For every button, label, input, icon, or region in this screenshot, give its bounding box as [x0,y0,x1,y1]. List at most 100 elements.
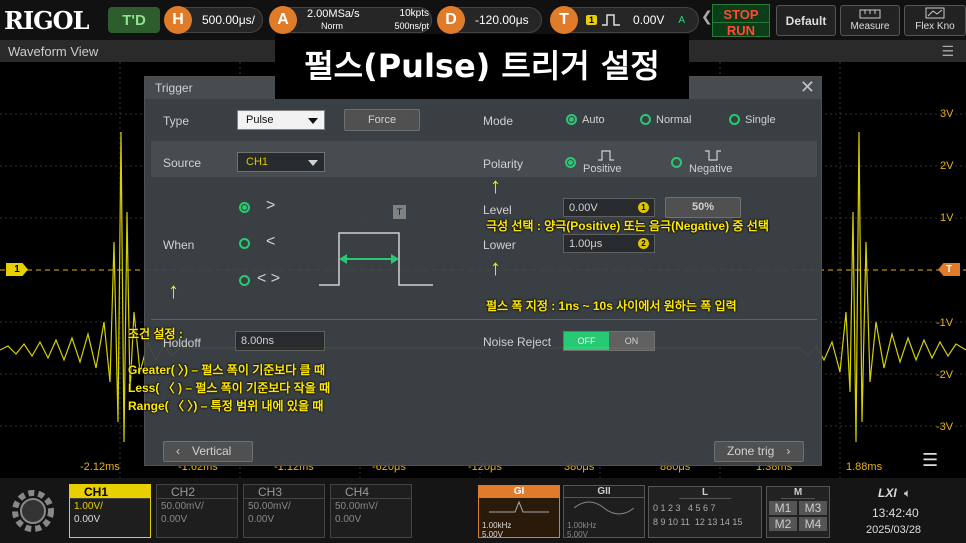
divider [151,319,817,320]
gi-freq: 1.00kHz [482,521,512,530]
math-box[interactable]: M M1 M3 M2 M4 [766,486,830,538]
acq-mode: Norm [321,21,343,31]
chevron-down-icon [308,160,318,166]
zone-trig-button[interactable]: Zone trig › [714,441,804,462]
holdoff-value: 8.00ns [241,335,275,347]
math-m3[interactable]: M3 [799,501,827,515]
ch2-label: CH2 [157,485,237,499]
noise-reject-toggle[interactable]: OFF ON [563,331,655,351]
lower-knob-badge: 2 [638,238,649,249]
generator-gi-box[interactable]: GI 1.00kHz 5.00V [478,485,560,539]
ch1-channel-box[interactable]: CH1 1.00V/ 0.00V [69,484,151,538]
time-label: -2.12ms [80,461,120,473]
pulse-edge-icon [602,14,621,26]
polarity-label: Polarity [483,157,524,171]
run-label: RUN [713,22,769,38]
logic-channels-row1: 0 1 2 3 4 5 6 7 [653,503,716,513]
gi-waveform-icon [489,500,549,513]
mode-auto-radio[interactable] [566,114,577,125]
chevron-right-icon: › [786,444,791,458]
force-button[interactable]: Force [344,109,420,131]
title-overlay: 펄스(Pulse) 트리거 설정 [275,34,689,99]
polarity-positive-radio[interactable] [565,157,576,168]
ch4-label: CH4 [331,485,411,499]
chevron-down-icon [308,118,318,124]
ch3-channel-box[interactable]: CH3 50.00mV/ 0.00V [243,484,325,538]
stop-run-button[interactable]: STOP RUN [712,4,770,38]
polarity-negative-label: Negative [689,163,733,175]
chevron-left-icon[interactable]: ❮ [701,8,713,25]
when-label: When [163,238,195,252]
acquire-a-icon: A [269,6,297,34]
holdoff-input[interactable]: 8.00ns [235,331,325,351]
when-less-radio[interactable] [239,238,250,249]
chevron-left-icon: ‹ [176,444,180,458]
type-value: Pulse [246,114,274,126]
trigger-status-badge[interactable]: T'D [108,7,160,33]
menu-icon[interactable]: ☰ [941,43,954,60]
logic-analyzer-box[interactable]: L 0 1 2 3 4 5 6 7 8 9 10 11 12 13 14 15 [648,486,762,538]
speaker-muted-icon[interactable]: 🔈︎ [904,486,911,501]
lower-label: Lower [483,238,516,252]
ch2-scale: 50.00mV/ [161,501,204,512]
condition-less-note: Less( 〈 ) – 펄스 폭이 기준보다 작을 때 [128,381,331,395]
volt-label: 2V [940,160,954,172]
condition-range-note: Range( 〈 〉) – 특정 범위 내에 있을 때 [128,399,324,413]
lower-value: 1.00μs [569,238,603,250]
level-value: 0.00V [569,202,598,214]
generator-gii-box[interactable]: GII 1.00kHz 5.00V [563,485,645,539]
type-select[interactable]: Pulse [237,110,325,130]
level-label: Level [483,203,512,217]
timebase-value: 500.00μs/ [202,13,255,27]
type-label: Type [163,114,190,128]
clock-time: 13:42:40 [872,506,919,520]
pulse-width-diagram [319,232,433,286]
default-button[interactable]: Default [776,5,836,36]
delay-value: -120.00μs [475,13,529,27]
clock-date: 2025/03/28 [866,524,922,536]
close-icon[interactable]: ✕ [800,77,815,98]
mode-normal-radio[interactable] [640,114,651,125]
source-select[interactable]: CH1 [237,152,325,172]
measure-label: Measure [850,21,890,32]
when-greater-symbol: > [266,197,276,214]
noise-off-option: OFF [564,332,609,350]
when-greater-radio[interactable] [239,202,250,213]
settings-gear-icon[interactable] [8,486,58,536]
math-m1[interactable]: M1 [769,501,797,515]
polarity-positive-label: Positive [583,163,622,175]
volt-label: -1V [936,317,954,329]
ch4-channel-box[interactable]: CH4 50.00mV/ 0.00V [330,484,412,538]
mode-single-label: Single [745,114,776,126]
measure-button[interactable]: Measure [840,5,900,36]
gi-label: GI [479,486,559,498]
math-m4[interactable]: M4 [799,517,827,531]
volt-label: 1V [940,212,954,224]
level-knob-badge: 1 [638,202,649,213]
gi-amp: 5.00V [482,530,503,539]
trigger-t-icon: T [550,6,578,34]
mode-label: Mode [483,114,514,128]
noise-on-option: ON [624,336,639,346]
collapse-menu-icon[interactable]: ☰ [922,450,938,471]
polarity-annotation: 극성 선택 : 양극(Positive) 또는 음극(Negative) 중 선… [486,219,769,233]
negative-pulse-icon [705,150,721,161]
gii-amp: 5.00V [567,530,588,539]
polarity-negative-radio[interactable] [671,157,682,168]
level-50-button[interactable]: 50% [665,197,741,218]
math-label: M [781,487,815,499]
ch2-channel-box[interactable]: CH2 50.00mV/ 0.00V [156,484,238,538]
ch1-offset: 0.00V [74,514,101,525]
ch4-scale: 50.00mV/ [335,501,378,512]
positive-pulse-icon [598,150,614,161]
math-m2[interactable]: M2 [769,517,797,531]
vertical-label: Vertical [192,444,232,458]
flex-knob-button[interactable]: Flex Kno [904,5,966,36]
when-range-radio[interactable] [239,275,250,286]
mode-auto-label: Auto [582,114,605,126]
vertical-button[interactable]: ‹ Vertical [163,441,253,462]
mode-single-radio[interactable] [729,114,740,125]
time-label: 1.88ms [846,461,883,473]
ch3-scale: 50.00mV/ [248,501,291,512]
stop-label: STOP [723,7,759,22]
